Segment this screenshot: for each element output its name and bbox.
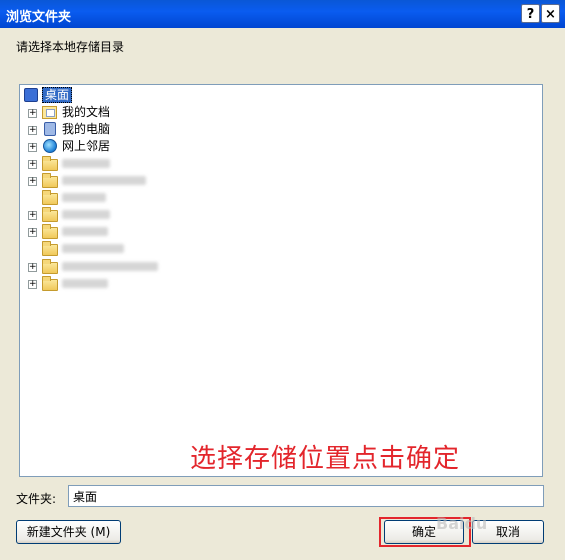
expand-toggle[interactable]: + (28, 211, 37, 220)
close-button[interactable]: × (541, 4, 560, 23)
help-button[interactable]: ? (521, 4, 540, 23)
expand-toggle[interactable]: + (28, 160, 37, 169)
folder-icon (42, 224, 58, 239)
tree-item-blurred[interactable] (62, 227, 108, 236)
expand-toggle[interactable]: + (28, 280, 37, 289)
tree-item-blurred[interactable] (62, 262, 158, 271)
folder-icon (42, 241, 58, 256)
tree-item-network[interactable]: 网上邻居 (62, 138, 110, 154)
tree-item-my-documents[interactable]: 我的文档 (62, 104, 110, 120)
folder-icon (42, 207, 58, 222)
folder-icon (42, 156, 58, 171)
desktop-icon (24, 88, 38, 102)
new-folder-button[interactable]: 新建文件夹 (M) (16, 520, 121, 544)
folder-tree[interactable]: 桌面 + 我的文档 + 我的电脑 + 网上邻居 + + + + + + (19, 84, 543, 477)
expand-toggle[interactable]: + (28, 143, 37, 152)
annotation-text: 选择存储位置点击确定 (190, 444, 461, 474)
tree-item-desktop[interactable]: 桌面 (42, 87, 73, 103)
tree-item-blurred[interactable] (62, 159, 110, 168)
tree-item-blurred[interactable] (62, 244, 124, 253)
tree-item-label: 桌面 (42, 87, 73, 103)
title-bar: 浏览文件夹 ? × (0, 0, 565, 28)
tree-item-blurred[interactable] (62, 210, 110, 219)
folder-icon (42, 190, 58, 205)
expand-toggle[interactable]: + (28, 126, 37, 135)
tree-item-blurred[interactable] (62, 279, 108, 288)
folder-field-label: 文件夹: (16, 492, 57, 506)
folder-icon (42, 173, 58, 188)
tree-item-blurred[interactable] (62, 176, 146, 185)
watermark: Baidu (436, 514, 488, 533)
folder-icon (42, 276, 58, 291)
window-title: 浏览文件夹 (6, 10, 72, 25)
folder-input[interactable] (68, 485, 544, 507)
tree-item-blurred[interactable] (62, 193, 106, 202)
my-documents-icon (42, 106, 57, 119)
tree-item-my-computer[interactable]: 我的电脑 (62, 121, 110, 137)
folder-icon (42, 259, 58, 274)
my-computer-icon (44, 122, 56, 136)
instruction-text: 请选择本地存储目录 (16, 40, 125, 54)
expand-toggle[interactable]: + (28, 228, 37, 237)
expand-toggle[interactable]: + (28, 263, 37, 272)
expand-toggle[interactable]: + (28, 177, 37, 186)
network-icon (43, 139, 57, 153)
expand-toggle[interactable]: + (28, 109, 37, 118)
